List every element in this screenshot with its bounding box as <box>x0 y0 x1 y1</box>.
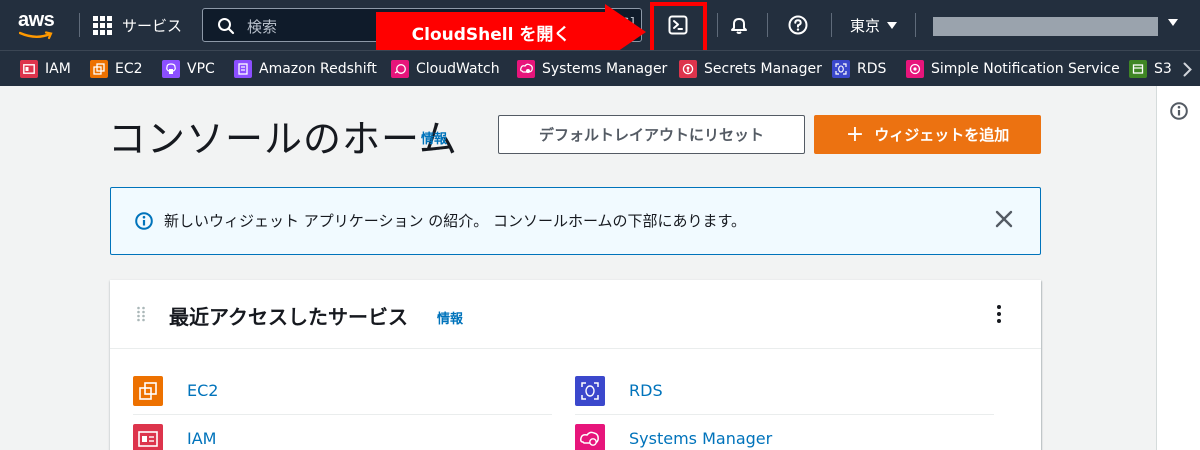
recent-service-iam[interactable]: IAM <box>133 424 553 450</box>
page-title: コンソールのホーム <box>108 117 458 161</box>
notifications-button[interactable] <box>724 10 754 40</box>
recent-service-label: RDS <box>629 381 663 400</box>
reset-layout-button[interactable]: デフォルトレイアウトにリセット <box>498 115 805 154</box>
vpc-icon <box>162 60 180 78</box>
row-divider <box>575 414 994 415</box>
help-button[interactable] <box>783 10 813 40</box>
aws-logo[interactable]: aws <box>18 9 58 41</box>
search-icon <box>218 18 235 35</box>
favorites-scroll-right-button[interactable] <box>1174 51 1200 86</box>
favorite-redshift[interactable]: Amazon Redshift <box>234 59 377 79</box>
redshift-icon <box>234 60 252 78</box>
services-label: サービス <box>122 16 183 35</box>
aws-smile-icon <box>19 31 53 40</box>
info-icon[interactable] <box>1170 102 1188 120</box>
callout-label: CloudShell を開く <box>376 12 606 52</box>
recent-service-systems-manager[interactable]: Systems Manager <box>575 424 995 450</box>
recent-service-ec2[interactable]: EC2 <box>133 376 553 406</box>
widget-title: 最近アクセスしたサービス <box>169 305 408 329</box>
help-panel-rail <box>1156 86 1200 450</box>
systems-manager-icon <box>517 60 535 78</box>
top-navigation-bar: aws サービス 検索 [Alt+S] <box>0 0 1200 60</box>
nav-divider <box>767 13 768 37</box>
recent-service-rds[interactable]: RDS <box>575 376 995 406</box>
favorite-label: Simple Notification Service <box>931 61 1120 77</box>
iam-icon <box>133 424 163 450</box>
favorite-ec2[interactable]: EC2 <box>90 59 143 79</box>
widget-divider <box>110 348 1041 349</box>
recent-services-widget: 最近アクセスしたサービス 情報 EC2 RDS IAM Systems Mana… <box>110 280 1041 450</box>
favorite-label: VPC <box>187 61 215 77</box>
favorite-label: RDS <box>857 61 887 77</box>
systems-manager-icon <box>575 424 605 450</box>
ec2-icon <box>90 60 108 78</box>
services-menu-button[interactable]: サービス <box>93 12 182 38</box>
recent-service-label: IAM <box>187 429 217 448</box>
s3-icon <box>1129 60 1147 78</box>
info-alert: 新しいウィジェット アプリケーション の紹介。 コンソールホームの下部にあります… <box>110 187 1041 255</box>
caret-down-icon <box>1168 19 1178 26</box>
favorite-s3[interactable]: S3 <box>1129 59 1172 79</box>
favorite-sns[interactable]: Simple Notification Service <box>906 59 1120 79</box>
iam-icon <box>20 60 38 78</box>
help-icon <box>788 15 808 35</box>
ec2-icon <box>133 376 163 406</box>
widget-info-link[interactable]: 情報 <box>437 308 463 327</box>
region-selector[interactable]: 東京 <box>850 15 898 36</box>
aws-logo-text: aws <box>18 9 55 31</box>
sns-icon <box>906 60 924 78</box>
rds-icon <box>575 376 605 406</box>
favorite-label: Systems Manager <box>542 61 668 77</box>
nav-divider <box>915 13 916 37</box>
favorite-label: IAM <box>45 61 71 77</box>
favorite-vpc[interactable]: VPC <box>162 59 215 79</box>
plus-icon: + <box>845 121 865 147</box>
favorite-systems-manager[interactable]: Systems Manager <box>517 59 667 79</box>
bell-icon <box>731 18 747 34</box>
add-widget-label: ウィジェットを追加 <box>874 126 1010 144</box>
services-grid-icon <box>93 15 112 35</box>
favorite-label: EC2 <box>115 61 143 77</box>
favorite-cloudwatch[interactable]: CloudWatch <box>391 59 500 79</box>
close-icon[interactable] <box>994 209 1014 229</box>
more-options-icon[interactable] <box>996 304 1002 324</box>
nav-divider <box>831 13 832 37</box>
favorite-label: S3 <box>1154 61 1172 77</box>
page-info-link[interactable]: 情報 <box>421 128 447 147</box>
favorite-label: Secrets Manager <box>704 61 822 77</box>
favorite-iam[interactable]: IAM <box>20 59 71 79</box>
favorite-label: Amazon Redshift <box>259 61 377 77</box>
nav-divider <box>79 13 80 37</box>
favorite-label: CloudWatch <box>416 61 500 77</box>
chevron-right-icon <box>1183 62 1192 76</box>
favorite-secrets-manager[interactable]: Secrets Manager <box>679 59 822 79</box>
info-icon <box>135 212 153 230</box>
rds-icon <box>832 60 850 78</box>
secrets-manager-icon <box>679 60 697 78</box>
cloudshell-highlight-box <box>650 2 707 55</box>
region-label: 東京 <box>850 17 881 35</box>
row-divider <box>133 414 552 415</box>
cloudwatch-icon <box>391 60 409 78</box>
account-menu[interactable] <box>933 17 1158 36</box>
nav-divider <box>717 13 718 37</box>
recent-service-label: EC2 <box>187 381 219 400</box>
favorite-rds[interactable]: RDS <box>832 59 886 79</box>
recent-service-label: Systems Manager <box>629 429 773 448</box>
search-placeholder: 検索 <box>247 18 278 36</box>
caret-down-icon <box>887 22 898 29</box>
add-widget-button[interactable]: + ウィジェットを追加 <box>814 115 1041 154</box>
alert-message: 新しいウィジェット アプリケーション の紹介。 コンソールホームの下部にあります… <box>164 212 747 230</box>
drag-handle-icon[interactable] <box>137 306 145 322</box>
favorites-bar: IAM EC2 VPC Amazon Redshift CloudWatch S… <box>0 50 1200 86</box>
